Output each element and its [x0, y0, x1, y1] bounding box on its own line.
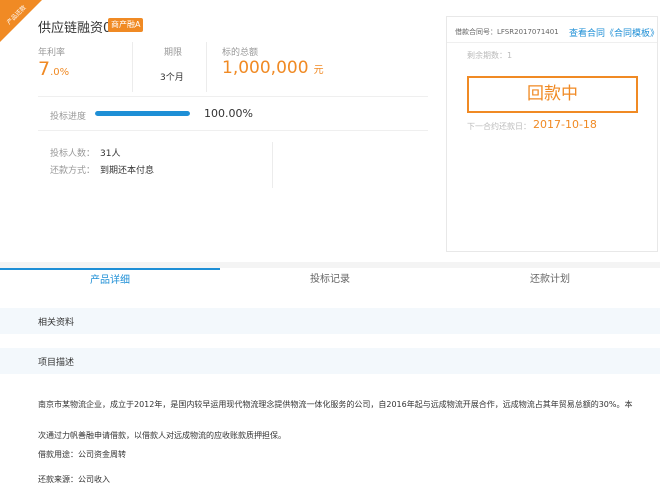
repay-method-label: 还款方式：	[50, 166, 96, 176]
status-panel: 借款合同号：LFSR2017071401 查看合同《合同模板》 剩余期数：1 回…	[446, 16, 659, 252]
contract-number: 借款合同号：LFSR2017071401	[455, 28, 559, 36]
loan-purpose: 借款用途：公司资金周转	[38, 450, 126, 459]
corner-ribbon: 产品还款	[0, 0, 42, 42]
progress-bar	[95, 111, 190, 116]
stat-amount-value: 1,000,000 元	[222, 58, 324, 78]
tab-bid-records[interactable]: 投标记录	[220, 268, 440, 294]
loan-summary-card: 产品还款 供应链融资042 商产融A 年利率 7.0% 期限 3个月 标的总额 …	[0, 0, 660, 262]
investors-label: 投标人数：	[50, 149, 96, 159]
loan-tag-badge: 商产融A	[108, 18, 144, 32]
next-repay-date: 2017-10-18	[533, 118, 597, 131]
investors-value: 31人	[100, 149, 121, 159]
section-header-related: 相关资料	[0, 308, 660, 334]
stat-amount-label: 标的总额	[222, 48, 259, 58]
stat-rate-label: 年利率	[38, 48, 66, 58]
progress-bar-fill	[95, 111, 190, 116]
stat-divider	[132, 42, 133, 92]
description-paragraph: 南京市某物流企业，成立于2012年，是国内较早运用现代物流理念提供物流一体化服务…	[38, 400, 633, 440]
tab-product-detail[interactable]: 产品详细	[0, 268, 220, 294]
divider	[447, 42, 657, 43]
view-contract-link[interactable]: 查看合同《合同模板》	[569, 26, 659, 39]
stat-term-label: 期限	[164, 48, 183, 58]
detail-tabs: 产品详细 投标记录 还款计划	[0, 268, 660, 294]
section-header-description: 项目描述	[0, 348, 660, 374]
stat-rate-value: 7.0%	[38, 58, 70, 80]
progress-percent: 100.00%	[204, 107, 253, 120]
stat-term-value: 3个月	[160, 73, 184, 83]
repaying-status-button[interactable]: 回款中	[467, 76, 638, 113]
progress-label: 投标进度	[50, 112, 87, 122]
remaining-periods: 剩余期数：1	[467, 51, 513, 60]
tab-repay-plan[interactable]: 还款计划	[440, 268, 660, 294]
repay-method-value: 到期还本付息	[100, 166, 155, 176]
stat-divider	[206, 42, 207, 92]
repay-source: 还款来源：公司收入	[38, 475, 110, 484]
info-divider	[272, 142, 273, 188]
divider	[38, 130, 428, 131]
next-repay-label: 下一合约还款日：	[467, 122, 531, 131]
section-title: 项目描述	[38, 358, 75, 368]
divider	[38, 96, 428, 97]
section-title: 相关资料	[38, 318, 75, 328]
